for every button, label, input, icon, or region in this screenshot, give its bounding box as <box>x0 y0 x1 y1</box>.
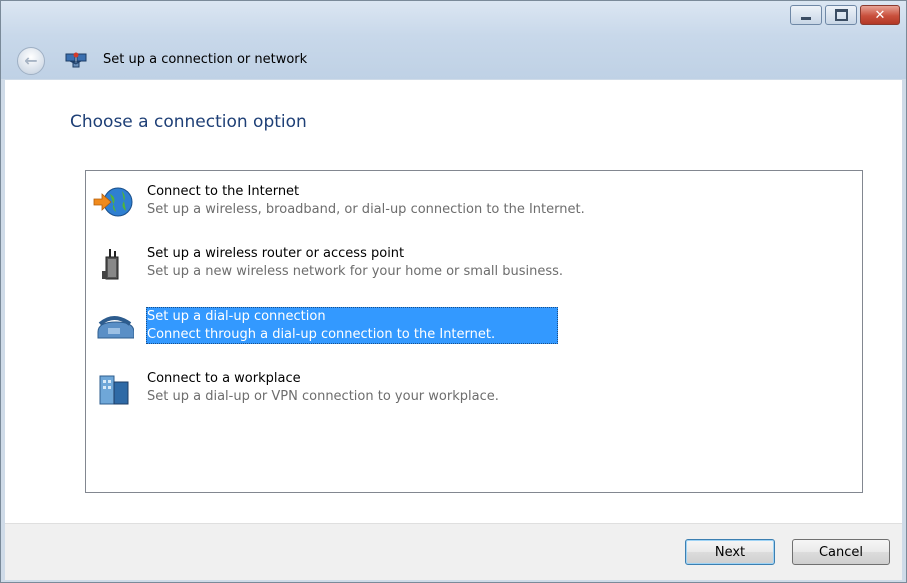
maximize-button[interactable] <box>825 5 857 25</box>
option-dial-up[interactable]: Set up a dial-up connection Connect thro… <box>86 306 862 346</box>
workplace-icon <box>99 375 129 405</box>
option-title: Set up a dial-up connection <box>147 309 326 324</box>
title-bar: ✕ ← Set up a connection or network <box>1 1 906 79</box>
back-button[interactable]: ← <box>17 47 45 75</box>
next-button[interactable]: Next <box>685 539 775 565</box>
globe-icon <box>93 187 133 217</box>
button-bar: Next Cancel <box>5 523 902 580</box>
minimize-icon <box>801 16 811 20</box>
telephone-icon <box>97 316 134 339</box>
option-title: Connect to the Internet <box>147 184 300 199</box>
close-button[interactable]: ✕ <box>860 5 900 25</box>
router-icon <box>102 249 119 280</box>
window-title: Set up a connection or network <box>103 52 308 67</box>
option-connect-internet[interactable]: Connect to the Internet Set up a wireles… <box>86 181 862 221</box>
content-area: Choose a connection option Connect to th… <box>5 80 902 523</box>
option-wireless-router[interactable]: Set up a wireless router or access point… <box>86 243 862 283</box>
minimize-button[interactable] <box>790 5 822 25</box>
option-description: Connect through a dial-up connection to … <box>147 327 496 342</box>
wizard-window: ✕ ← Set up a connection or network Choos… <box>0 0 907 583</box>
maximize-icon <box>834 9 848 21</box>
option-description: Set up a dial-up or VPN connection to yo… <box>147 389 499 404</box>
page-heading: Choose a connection option <box>70 112 307 132</box>
close-icon: ✕ <box>874 7 886 23</box>
window-controls: ✕ <box>790 5 900 25</box>
option-description: Set up a new wireless network for your h… <box>147 264 564 279</box>
option-description: Set up a wireless, broadband, or dial-up… <box>147 202 585 217</box>
option-workplace[interactable]: Connect to a workplace Set up a dial-up … <box>86 368 862 408</box>
cancel-button[interactable]: Cancel <box>792 539 890 565</box>
network-icon <box>65 52 87 68</box>
option-title: Connect to a workplace <box>147 371 301 386</box>
connection-options-list[interactable]: Connect to the Internet Set up a wireles… <box>85 170 863 493</box>
back-arrow-icon: ← <box>24 51 38 70</box>
option-title: Set up a wireless router or access point <box>147 246 405 261</box>
